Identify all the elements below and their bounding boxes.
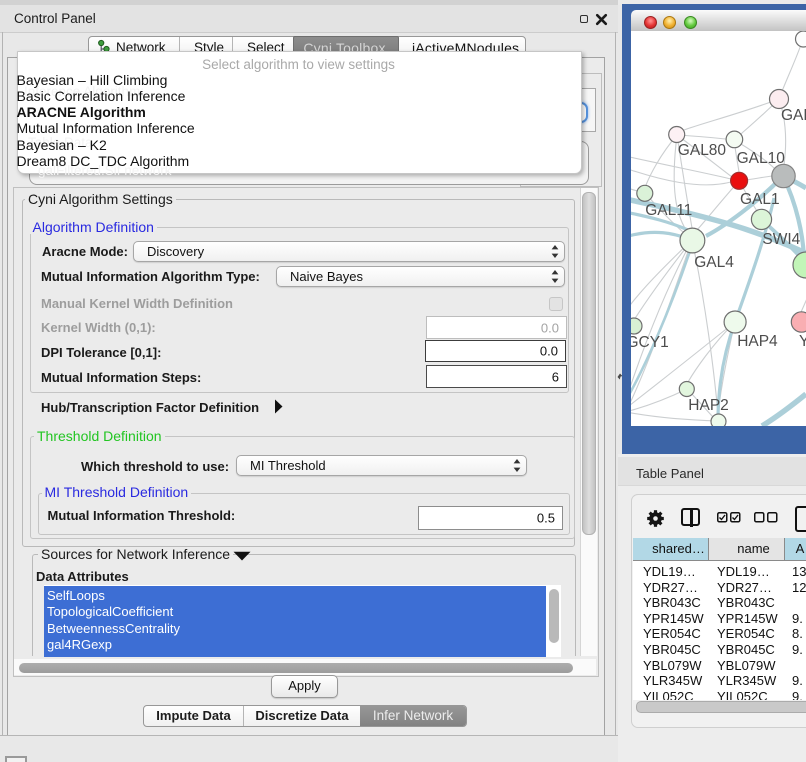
svg-text:HAP2: HAP2 — [688, 397, 729, 414]
svg-text:GAL80: GAL80 — [678, 142, 727, 159]
svg-text:GAL11: GAL11 — [645, 202, 692, 219]
svg-text:GAL1: GAL1 — [740, 191, 780, 208]
svg-text:GAL10: GAL10 — [737, 150, 786, 167]
svg-text:YJ: YJ — [799, 333, 806, 350]
svg-text:GAL7: GAL7 — [781, 107, 806, 124]
svg-text:SWI4: SWI4 — [762, 231, 800, 248]
svg-text:GAL4: GAL4 — [694, 254, 734, 271]
svg-text:HAP4: HAP4 — [737, 333, 778, 350]
svg-text:GCY1: GCY1 — [631, 334, 669, 351]
